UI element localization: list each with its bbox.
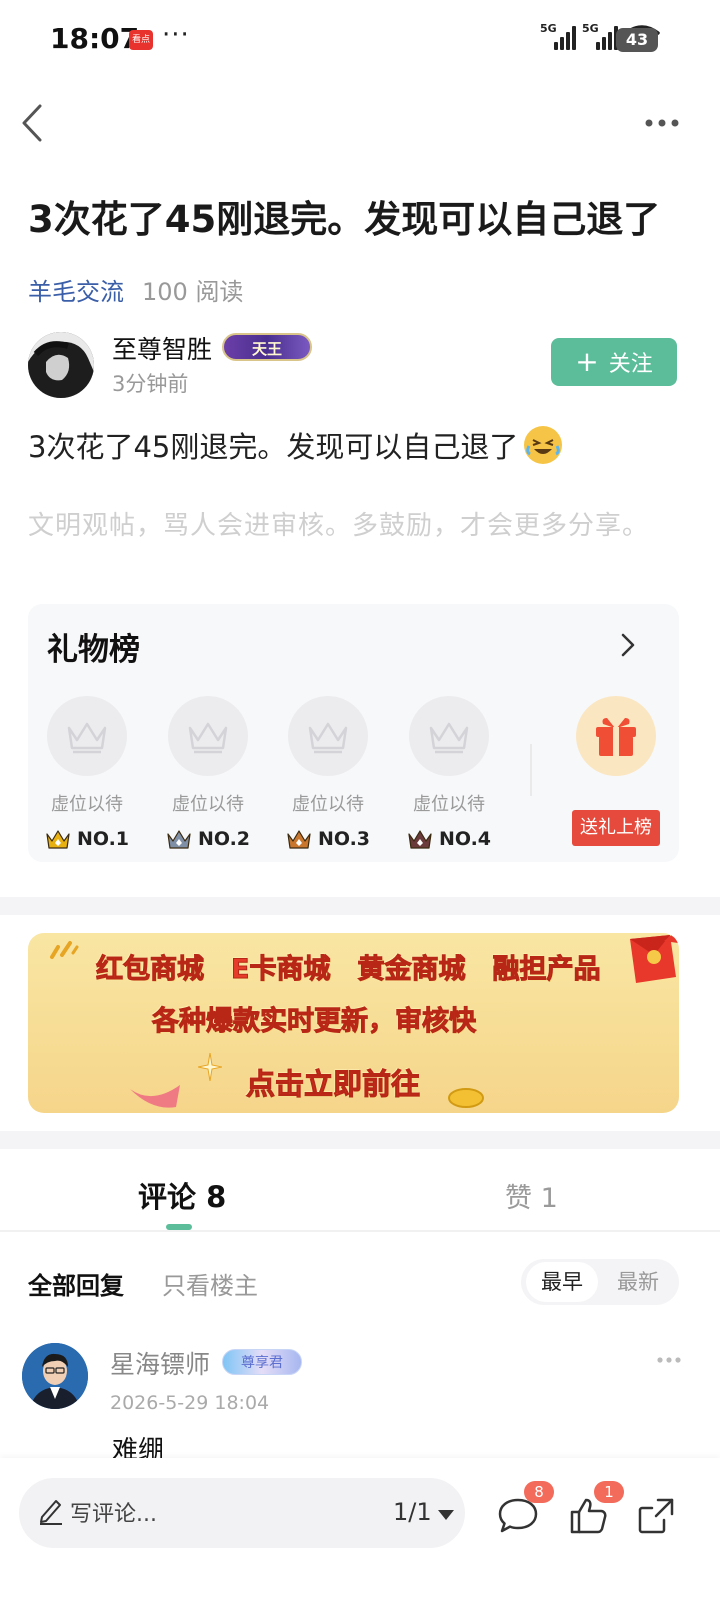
plus-icon: + [575, 345, 599, 378]
commenter-avatar-image [22, 1343, 88, 1409]
commenter-avatar[interactable] [22, 1343, 88, 1409]
slot-rank-label: NO.2 [197, 828, 251, 850]
empty-crown-icon [47, 696, 127, 776]
gift-box-icon [596, 718, 636, 756]
star-sparkle-icon [198, 1053, 222, 1081]
pen-svg [40, 1500, 62, 1525]
filter-all-replies[interactable]: 全部回复 [28, 1266, 124, 1301]
gift-divider [530, 744, 532, 796]
slot-vacant-label: 虚位以待 [413, 794, 485, 815]
gift-slot[interactable]: 虚位以待 NO.4 [404, 696, 494, 850]
caret-down-icon[interactable] [437, 1506, 455, 1520]
slot-vacant-label: 虚位以待 [51, 794, 123, 815]
comment-input-placeholder[interactable]: 写评论... [70, 1496, 157, 1528]
post-content-text: 3次花了45刚退完。发现可以自己退了 [28, 430, 519, 464]
gift-slot[interactable]: 虚位以待 NO.3 [283, 696, 373, 850]
slot-vacant-label: 虚位以待 [172, 794, 244, 815]
comment-more-button[interactable] [656, 1352, 682, 1368]
gold-coin-icon [448, 1088, 484, 1108]
status-time: 18:07 [50, 22, 140, 55]
gift-slot[interactable]: 虚位以待 NO.2 [163, 696, 253, 850]
rank-crown-icon [46, 830, 70, 849]
slot-rank-label: NO.4 [438, 828, 492, 850]
pen-icon [38, 1497, 64, 1525]
more-notifications-icon: ··· [162, 20, 190, 50]
caret-down-svg [438, 1510, 454, 1520]
sort-latest-button[interactable]: 最新 [612, 1262, 664, 1302]
send-gift-icon-button[interactable] [576, 696, 656, 776]
banner-line-2: 各种爆款实时更新，审核快 [152, 1006, 477, 1038]
sparkle-lines-icon [50, 941, 79, 959]
follow-label: 关注 [608, 352, 653, 377]
author-name[interactable]: 至尊智胜 [112, 330, 212, 366]
sort-earliest-button[interactable]: 最早 [526, 1262, 598, 1302]
gift-board-more-button[interactable] [615, 630, 641, 660]
banner-line-1: 红包商城 E卡商城 黄金商城 融担产品 [95, 954, 601, 986]
gift-board-title: 礼物榜 [47, 632, 140, 668]
slot-rank: NO.1 [42, 828, 132, 850]
slot-rank: NO.3 [283, 828, 373, 850]
post-title: 3次花了45刚退完。发现可以自己退了 [28, 198, 661, 241]
more-dots-icon [657, 1357, 681, 1363]
red-envelope-mascot-icon [630, 933, 678, 983]
gift-slot[interactable]: 虚位以待 NO.1 [42, 696, 132, 850]
laughing-tears-emoji-icon [524, 426, 563, 464]
like-count-badge: 1 [594, 1481, 624, 1503]
send-gift-button[interactable]: 送礼上榜 [572, 810, 660, 846]
section-separator [0, 897, 720, 915]
page-indicator[interactable]: 1/1 [393, 1498, 432, 1526]
slot-rank: NO.4 [404, 828, 494, 850]
tab-comments[interactable]: 评论 8 [138, 1174, 226, 1216]
comment-time: 2026-5-29 18:04 [110, 1392, 270, 1414]
follow-button[interactable]: + 关注 [551, 338, 677, 386]
back-button[interactable] [14, 100, 54, 146]
share-button[interactable] [634, 1494, 678, 1538]
cellular-signal-icon-2: 5G [582, 22, 618, 50]
battery-icon: 43 [616, 28, 658, 52]
rank-crown-icon [167, 830, 191, 849]
commenter-level-badge: 尊享君 [222, 1349, 302, 1375]
slot-rank: NO.2 [163, 828, 253, 850]
author-avatar[interactable] [28, 332, 94, 398]
chevron-right-icon [621, 633, 635, 657]
community-guideline-hint: 文明观帖，骂人会进审核。多鼓励，才会更多分享。 [28, 511, 650, 541]
app-notification-icon: 看点 [129, 30, 153, 50]
tabs-divider [0, 1230, 720, 1232]
empty-crown-icon [288, 696, 368, 776]
more-options-button[interactable] [640, 108, 688, 138]
cellular-signal-icon: 5G [540, 22, 576, 50]
promo-banner[interactable]: 红包商城 E卡商城 黄金商城 融担产品 各种爆款实时更新，审核快 点击立即前往 [28, 933, 679, 1113]
back-arrow-icon [22, 104, 42, 142]
falling-note-icon [130, 1085, 180, 1108]
rank-crown-icon [408, 830, 432, 849]
network-type-label: 5G [540, 22, 557, 35]
slot-rank-label: NO.3 [317, 828, 371, 850]
network-type-label-2: 5G [582, 22, 599, 35]
share-icon [638, 1498, 674, 1534]
empty-crown-icon [409, 696, 489, 776]
read-count: 100 阅读 [142, 278, 244, 306]
empty-crown-icon [168, 696, 248, 776]
commenter-name[interactable]: 星海镖师 [110, 1345, 210, 1381]
rank-crown-icon [287, 830, 311, 849]
slot-rank-label: NO.1 [76, 828, 130, 850]
banner-line-3: 点击立即前往 [245, 1067, 421, 1102]
topic-tag[interactable]: 羊毛交流 [28, 272, 124, 307]
section-separator-2 [0, 1131, 720, 1149]
author-level-badge: 天王 [222, 333, 312, 361]
tab-likes[interactable]: 赞 1 [505, 1176, 558, 1215]
slot-vacant-label: 虚位以待 [292, 794, 364, 815]
post-content: 3次花了45刚退完。发现可以自己退了 [28, 424, 563, 466]
comment-count-badge: 8 [524, 1481, 554, 1503]
avatar-image [28, 332, 94, 398]
more-dots-icon [645, 119, 679, 127]
post-time: 3分钟前 [112, 372, 189, 396]
filter-op-only[interactable]: 只看楼主 [162, 1266, 258, 1301]
